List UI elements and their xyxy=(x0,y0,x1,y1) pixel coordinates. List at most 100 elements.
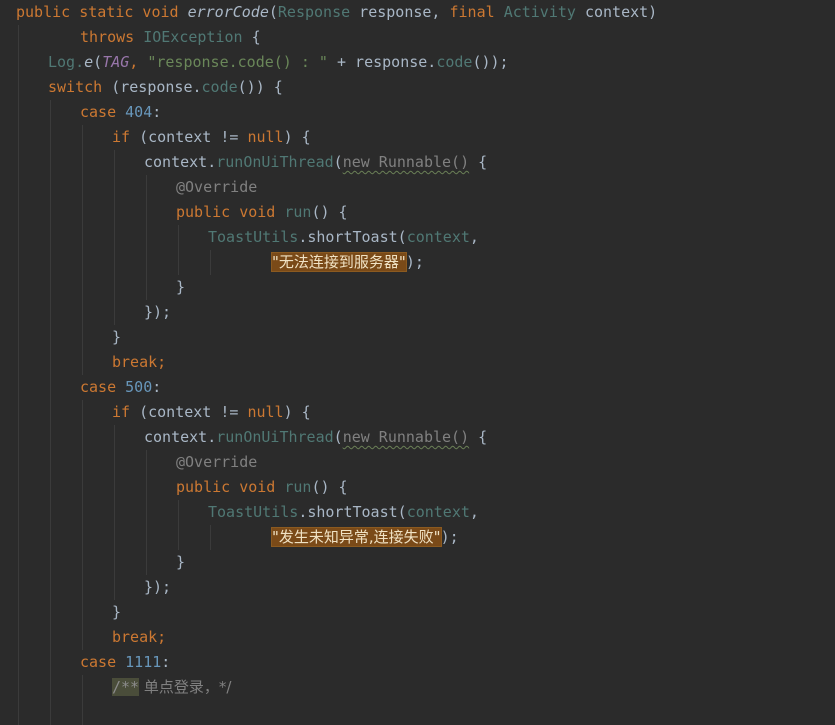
paren-close: ()); xyxy=(472,53,509,71)
param-context: context xyxy=(406,503,470,521)
doc-comment-start: /** xyxy=(112,678,140,696)
code-line-4[interactable]: switch (response.code()) { xyxy=(48,75,283,100)
code-line-17[interactable]: if (context != null) { xyxy=(112,400,311,425)
method-run: run xyxy=(284,203,312,221)
new-runnable-expression: new Runnable() xyxy=(342,153,470,171)
code-editor[interactable]: public static void errorCode(Response re… xyxy=(0,0,835,725)
code-line-28[interactable]: /** 单点登录，*/ xyxy=(112,675,231,700)
param-response: response, xyxy=(350,3,450,21)
code-line-3[interactable]: Log.e(TAG, "response.code() : " + respon… xyxy=(48,50,509,75)
code-line-1[interactable]: public static void errorCode(Response re… xyxy=(16,0,657,25)
indent-guide xyxy=(114,425,115,600)
type-ioexception: IOException xyxy=(143,28,243,46)
paren: ( xyxy=(268,3,278,21)
colon: : xyxy=(161,653,171,671)
code-line-13[interactable]: }); xyxy=(144,300,171,325)
type-response: Response xyxy=(277,3,351,21)
brace-open: ) { xyxy=(283,403,311,421)
brace-open: { xyxy=(469,428,488,446)
annotation-override: @Override xyxy=(176,453,258,471)
highlighted-string-literal: "无法连接到服务器" xyxy=(271,252,407,272)
code-line-14[interactable]: } xyxy=(112,325,121,350)
new-runnable-expression: new Runnable() xyxy=(342,428,470,446)
indent-guide xyxy=(146,175,147,300)
brace-close: } xyxy=(176,278,186,296)
code-line-5[interactable]: case 404: xyxy=(80,100,161,125)
brace-open: { xyxy=(242,28,261,46)
indent-guide xyxy=(18,25,19,725)
class-toastutils: ToastUtils xyxy=(208,228,299,246)
keyword-break: break xyxy=(112,353,158,371)
annotation-override: @Override xyxy=(176,178,258,196)
code-line-23[interactable]: } xyxy=(176,550,185,575)
indent-guide xyxy=(114,150,115,325)
code-line-9[interactable]: public void run() { xyxy=(176,200,348,225)
keyword-null: null xyxy=(247,128,284,146)
code-line-22[interactable]: "发生未知异常,连接失败"); xyxy=(271,525,459,550)
method-runonuithread: runOnUiThread xyxy=(216,428,334,446)
brace-close: } xyxy=(112,328,122,346)
class-log: Log. xyxy=(48,53,85,71)
method-name: errorCode xyxy=(187,3,269,21)
keyword-case: case xyxy=(80,653,126,671)
code-line-26[interactable]: break; xyxy=(112,625,166,650)
code-line-15[interactable]: break; xyxy=(112,350,166,375)
code-line-6[interactable]: if (context != null) { xyxy=(112,125,311,150)
indent-guide xyxy=(178,500,179,550)
condition: (context != xyxy=(139,128,248,146)
code-line-16[interactable]: case 500: xyxy=(80,375,161,400)
keyword-final: final xyxy=(449,3,504,21)
paren-brace: () { xyxy=(311,478,348,496)
code-line-2[interactable]: throws IOException { xyxy=(80,25,261,50)
paren: ( xyxy=(93,53,103,71)
field-tag: TAG xyxy=(102,53,130,71)
indent-guide xyxy=(210,250,211,275)
method-shorttoast: .shortToast( xyxy=(298,503,407,521)
keyword-public-static-void: public static void xyxy=(16,3,188,21)
code-line-19[interactable]: @Override xyxy=(176,450,257,475)
indent-guide xyxy=(82,125,83,375)
method-code: code xyxy=(436,53,473,71)
paren-close: ); xyxy=(440,528,459,546)
method-shorttoast: .shortToast( xyxy=(298,228,407,246)
indent-guide xyxy=(82,400,83,650)
paren-brace: () { xyxy=(311,203,348,221)
number-literal: 1111 xyxy=(125,653,162,671)
keyword-public-void: public void xyxy=(176,203,285,221)
brace-paren-close: }); xyxy=(144,578,172,596)
indent-guide xyxy=(82,675,83,725)
keyword-throws: throws xyxy=(80,28,144,46)
keyword-case: case xyxy=(80,378,126,396)
code-line-27[interactable]: case 1111: xyxy=(80,650,170,675)
object-context: context. xyxy=(144,153,217,171)
method-run: run xyxy=(284,478,312,496)
code-line-11[interactable]: "无法连接到服务器"); xyxy=(271,250,424,275)
number-literal: 404 xyxy=(125,103,153,121)
code-line-21[interactable]: ToastUtils.shortToast(context, xyxy=(208,500,479,525)
brace-open: ) { xyxy=(283,128,311,146)
semicolon: ; xyxy=(157,353,167,371)
code-line-8[interactable]: @Override xyxy=(176,175,257,200)
code-line-25[interactable]: } xyxy=(112,600,121,625)
paren-close: ()) { xyxy=(237,78,283,96)
keyword-case: case xyxy=(80,103,126,121)
code-line-24[interactable]: }); xyxy=(144,575,171,600)
type-activity: Activity xyxy=(503,3,576,21)
code-line-7[interactable]: context.runOnUiThread(new Runnable() { xyxy=(144,150,487,175)
keyword-break: break xyxy=(112,628,158,646)
keyword-null: null xyxy=(247,403,284,421)
code-line-20[interactable]: public void run() { xyxy=(176,475,348,500)
brace-open: { xyxy=(469,153,488,171)
method-runonuithread: runOnUiThread xyxy=(216,153,334,171)
object-context: context. xyxy=(144,428,217,446)
code-line-12[interactable]: } xyxy=(176,275,185,300)
keyword-switch: switch xyxy=(48,78,112,96)
code-line-18[interactable]: context.runOnUiThread(new Runnable() { xyxy=(144,425,487,450)
semicolon: ; xyxy=(157,628,167,646)
keyword-if: if xyxy=(112,128,140,146)
indent-guide xyxy=(50,100,51,725)
method-code: code xyxy=(201,78,238,96)
code-line-10[interactable]: ToastUtils.shortToast(context, xyxy=(208,225,479,250)
param-context: context xyxy=(406,228,470,246)
indent-guide xyxy=(210,525,211,550)
